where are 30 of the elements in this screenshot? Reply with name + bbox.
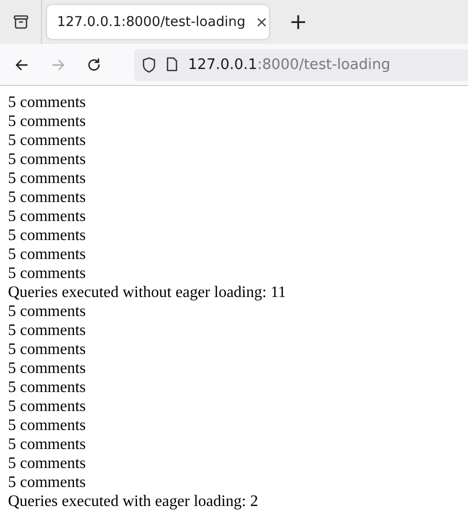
- text-line: 5 comments: [8, 435, 87, 454]
- text-line: Queries executed with eager loading: 2: [8, 492, 260, 511]
- text-line: 5 comments: [8, 169, 87, 188]
- new-tab-button[interactable]: +: [285, 10, 312, 34]
- page-icon: [166, 57, 178, 72]
- text-line: 5 comments: [8, 378, 87, 397]
- address-bar[interactable]: 127.0.0.1:8000/test-loading: [134, 48, 468, 80]
- text-line: 5 comments: [8, 245, 87, 264]
- text-line: 5 comments: [8, 340, 87, 359]
- text-line: 5 comments: [8, 112, 87, 131]
- browser-tab[interactable]: 127.0.0.1:8000/test-loading ×: [47, 5, 269, 39]
- text-line: 5 comments: [8, 302, 87, 321]
- shield-icon[interactable]: [142, 56, 156, 72]
- reload-icon[interactable]: [86, 56, 102, 72]
- text-line: 5 comments: [8, 473, 87, 492]
- text-line: 5 comments: [8, 264, 87, 283]
- url-text: 127.0.0.1:8000/test-loading: [188, 56, 390, 72]
- close-icon[interactable]: ×: [255, 13, 268, 31]
- text-line: 5 comments: [8, 131, 87, 150]
- text-line: 5 comments: [8, 207, 87, 226]
- text-line: 5 comments: [8, 93, 87, 112]
- text-line: 5 comments: [8, 150, 87, 169]
- text-line: 5 comments: [8, 416, 87, 435]
- text-line: 5 comments: [8, 321, 87, 340]
- text-line: 5 comments: [8, 188, 87, 207]
- text-line: Queries executed without eager loading: 11: [8, 283, 287, 302]
- text-line: 5 comments: [8, 397, 87, 416]
- text-line: 5 comments: [8, 359, 87, 378]
- text-line: 5 comments: [8, 454, 87, 473]
- text-line: 5 comments: [8, 226, 87, 245]
